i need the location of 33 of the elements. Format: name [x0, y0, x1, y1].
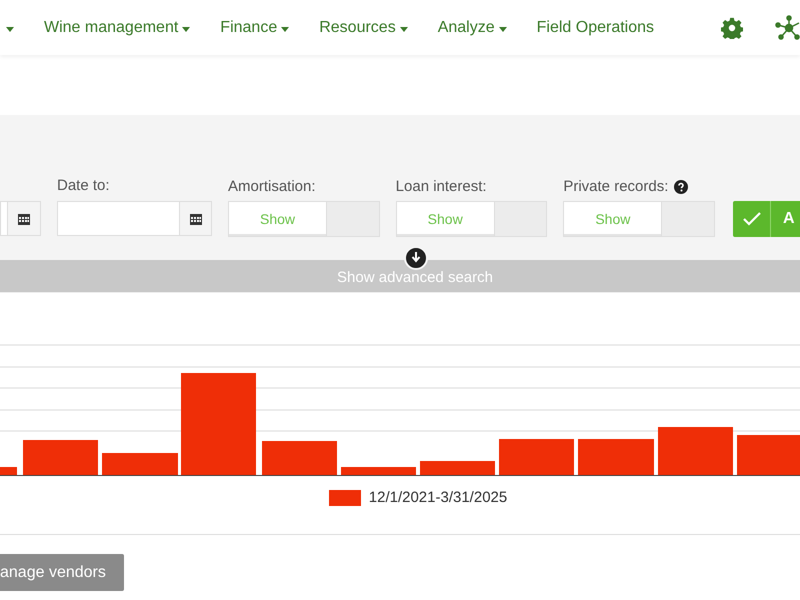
caret-icon	[281, 27, 290, 32]
date-from-field[interactable]	[0, 201, 41, 236]
field-label: Loan interest:	[396, 176, 487, 197]
caret-icon	[498, 27, 507, 32]
nav-item[interactable]: Resources	[319, 16, 408, 40]
toggle-option[interactable]: Show	[564, 202, 662, 236]
nav-item[interactable]: Wine management	[44, 16, 190, 40]
check-icon	[742, 212, 761, 226]
date-to-field[interactable]	[57, 201, 212, 236]
caret-icon	[182, 27, 190, 32]
manage-vendors-button[interactable]: anage vendors	[0, 554, 124, 591]
field-label: Amortisation:	[228, 176, 316, 197]
legend-label: 12/1/2021-3/31/2025	[368, 488, 508, 508]
legend-swatch	[328, 490, 361, 506]
apply-button[interactable]: A	[770, 201, 800, 237]
nav-item[interactable]: Field Operations	[536, 16, 654, 40]
field-label: Private records:	[563, 176, 668, 197]
nav-item[interactable]: Analyze	[438, 16, 507, 40]
toggle-option[interactable]: Show	[396, 202, 494, 236]
network-icon[interactable]	[775, 15, 800, 41]
toggle-option[interactable]	[494, 202, 546, 236]
toggle-option[interactable]	[326, 202, 379, 236]
calendar-icon	[190, 212, 202, 224]
settings-icon[interactable]	[721, 17, 743, 39]
toggle-option[interactable]	[661, 202, 714, 236]
field-label: Date to:	[57, 176, 111, 196]
nav-item[interactable]: Finance	[220, 16, 290, 40]
chart-bar	[737, 435, 800, 475]
caret-icon	[400, 27, 408, 32]
caret-icon	[6, 27, 14, 32]
calendar-icon	[18, 212, 30, 224]
toggle-option[interactable]: Show	[229, 202, 326, 236]
chart-bar	[0, 467, 17, 475]
